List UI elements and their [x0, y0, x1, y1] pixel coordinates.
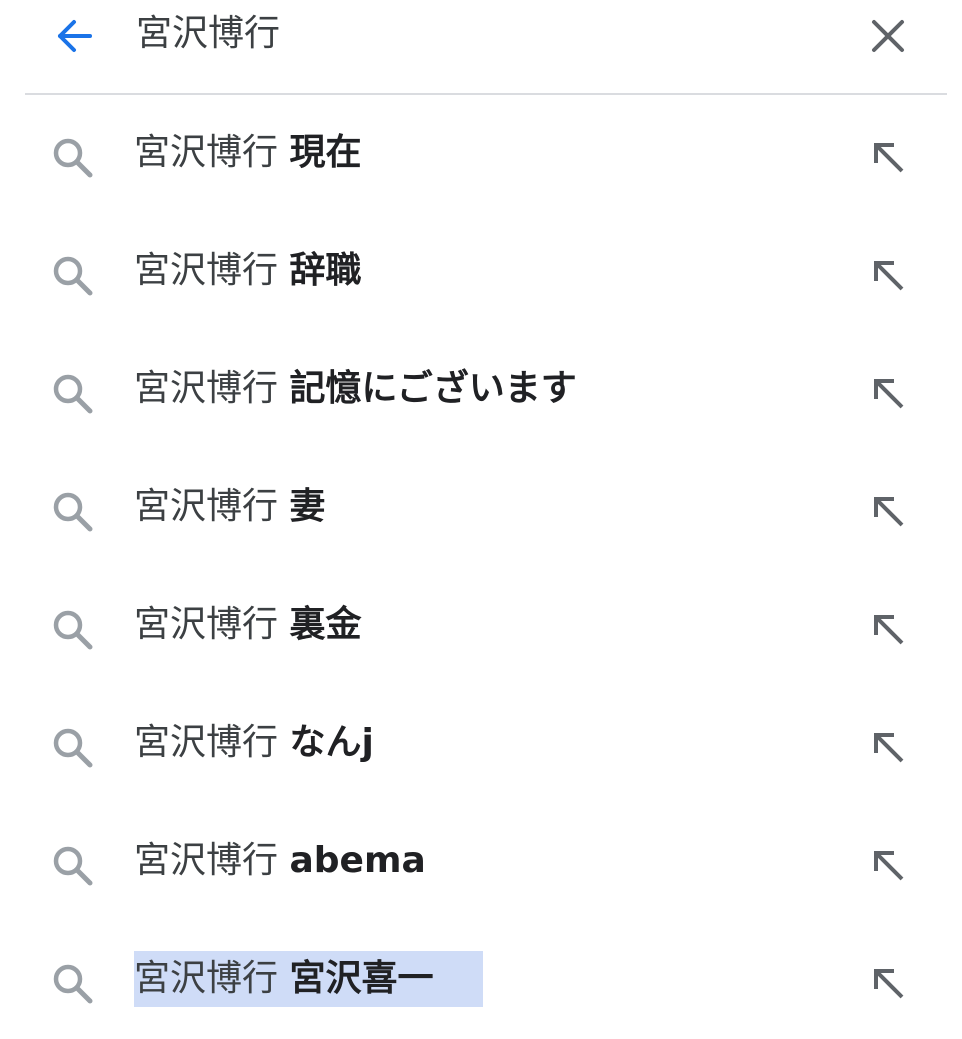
search-icon: [53, 256, 93, 296]
search-icon: [53, 728, 93, 768]
arrow-up-left-icon[interactable]: [866, 961, 910, 1005]
suggestion-prefix: 宮沢博行: [134, 722, 279, 763]
suggestion-item[interactable]: 宮沢博行 現在: [0, 95, 962, 213]
suggestion-list: 宮沢博行 現在 宮沢博行 辞職 宮沢博行 記憶にございます 宮沢博行 妻 宮沢博…: [0, 95, 962, 1039]
arrow-back-icon: [58, 20, 92, 52]
suggestion-prefix: 宮沢博行: [134, 132, 279, 173]
search-bar: 宮沢博行: [0, 0, 962, 94]
search-icon: [53, 846, 93, 886]
suggestion-prefix: 宮沢博行: [134, 958, 279, 999]
suggestion-text: 宮沢博行 abema: [134, 833, 430, 889]
arrow-up-left-icon[interactable]: [866, 371, 910, 415]
suggestion-item[interactable]: 宮沢博行 妻: [0, 449, 962, 567]
close-icon: [872, 20, 904, 52]
search-icon: [53, 964, 93, 1004]
suggestion-item[interactable]: 宮沢博行 なんj: [0, 685, 962, 803]
suggestion-suffix: abema: [289, 840, 426, 881]
suggestion-prefix: 宮沢博行: [134, 368, 279, 409]
suggestion-text: 宮沢博行 なんj: [134, 715, 378, 771]
suggestion-item[interactable]: 宮沢博行 記憶にございます: [0, 331, 962, 449]
suggestion-text: 宮沢博行 裏金: [134, 597, 365, 653]
search-icon: [53, 138, 93, 178]
suggestion-prefix: 宮沢博行: [134, 250, 279, 291]
suggestion-suffix: 裏金: [289, 604, 362, 645]
suggestion-item[interactable]: 宮沢博行 裏金: [0, 567, 962, 685]
suggestion-prefix: 宮沢博行: [134, 486, 279, 527]
arrow-up-left-icon[interactable]: [866, 607, 910, 651]
suggestion-suffix: なんj: [289, 722, 374, 763]
search-input[interactable]: 宮沢博行: [136, 6, 280, 62]
suggestion-suffix: 記憶にございます: [289, 368, 577, 409]
suggestion-suffix: 辞職: [289, 250, 362, 291]
suggestion-item[interactable]: 宮沢博行 abema: [0, 803, 962, 921]
suggestion-text: 宮沢博行 妻: [134, 479, 329, 535]
suggestion-suffix: 宮沢喜一: [289, 958, 434, 999]
search-icon: [53, 610, 93, 650]
clear-button[interactable]: [858, 8, 918, 64]
suggestion-prefix: 宮沢博行: [134, 840, 279, 881]
suggestion-item-selected[interactable]: 宮沢博行 宮沢喜一: [0, 921, 962, 1039]
arrow-up-left-icon[interactable]: [866, 725, 910, 769]
suggestion-text-selected: 宮沢博行 宮沢喜一: [134, 951, 484, 1007]
search-icon: [53, 492, 93, 532]
search-icon: [53, 374, 93, 414]
suggestion-text: 宮沢博行 記憶にございます: [134, 361, 581, 417]
arrow-up-left-icon[interactable]: [866, 253, 910, 297]
suggestion-text: 宮沢博行 辞職: [134, 243, 365, 299]
arrow-up-left-icon[interactable]: [866, 843, 910, 887]
suggestion-item[interactable]: 宮沢博行 辞職: [0, 213, 962, 331]
suggestion-text: 宮沢博行 現在: [134, 125, 365, 181]
suggestion-prefix: 宮沢博行: [134, 604, 279, 645]
suggestion-suffix: 妻: [289, 486, 326, 527]
arrow-up-left-icon[interactable]: [866, 489, 910, 533]
arrow-up-left-icon[interactable]: [866, 135, 910, 179]
suggestion-suffix: 現在: [289, 132, 362, 173]
back-button[interactable]: [44, 8, 104, 64]
